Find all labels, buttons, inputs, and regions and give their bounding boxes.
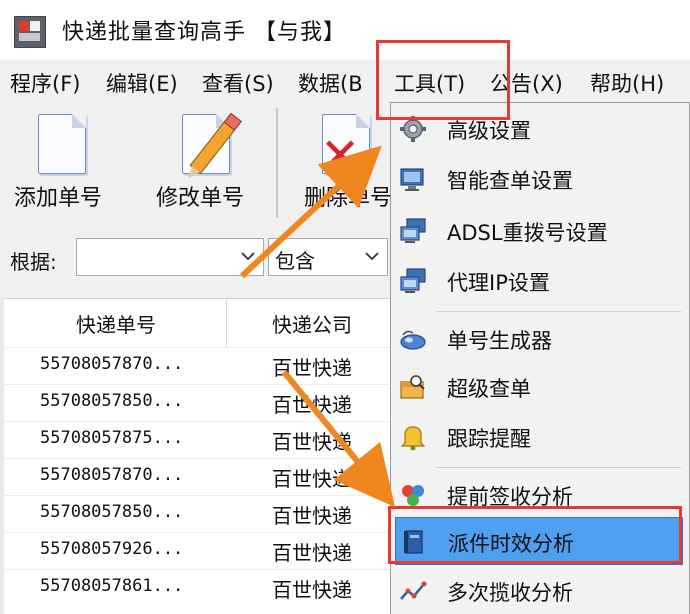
network-icon <box>400 218 426 243</box>
window-title: 快递批量查询高手 【与我】 <box>62 20 346 45</box>
courier-cell: 百世快递 <box>272 430 352 454</box>
menu-bar: 程序(F) 编辑(E) 查看(S) 数据(B 工具(T) 公告(X) 帮助(H) <box>0 60 690 102</box>
menu-view[interactable]: 查看(S) <box>202 68 274 98</box>
edit-number-button[interactable]: 修改单号 <box>150 102 270 222</box>
title-bar: 快递批量查询高手 【与我】 <box>0 0 690 60</box>
courier-cell: 百世快递 <box>272 393 352 417</box>
menu-item-label: 单号生成器 <box>447 329 552 353</box>
menu-separator <box>437 311 681 312</box>
menu-item-adsl-redial-settings[interactable]: ADSL重拨号设置 <box>391 207 689 255</box>
cube-icon <box>402 485 424 506</box>
menu-item-label: 多次揽收分析 <box>447 581 573 605</box>
highlight-annotation-box <box>388 506 682 564</box>
edit-number-label: 修改单号 <box>156 186 245 211</box>
add-number-label: 添加单号 <box>14 186 103 211</box>
menu-program[interactable]: 程序(F) <box>10 68 80 98</box>
courier-cell: 百世快递 <box>272 467 352 491</box>
menu-item-label: 跟踪提醒 <box>447 427 531 451</box>
menu-item-tracking-reminder[interactable]: 跟踪提醒 <box>391 413 689 461</box>
chart-line-icon <box>400 581 427 600</box>
menu-help[interactable]: 帮助(H) <box>590 68 664 98</box>
menu-item-number-generator[interactable]: 单号生成器 <box>391 315 689 363</box>
menu-data[interactable]: 数据(B <box>298 68 363 98</box>
mouse-icon <box>400 330 426 350</box>
filter-field-select[interactable] <box>76 238 264 276</box>
tools-menu-annotation-box <box>376 40 510 120</box>
tracking-number-cell: 55708057870... <box>40 465 184 485</box>
courier-cell: 百世快递 <box>272 504 352 528</box>
bell-icon <box>400 426 426 451</box>
menu-item-label: 智能查单设置 <box>447 169 573 193</box>
filter-label: 根据: <box>10 250 57 274</box>
courier-cell: 百世快递 <box>272 356 352 380</box>
box-search-icon <box>400 375 425 399</box>
filter-match-select[interactable]: 包含 <box>268 238 388 276</box>
tracking-number-cell: 55708057850... <box>40 502 184 522</box>
proxy-icon <box>400 268 426 293</box>
menu-item-proxy-ip-settings[interactable]: 代理IP设置 <box>391 257 689 305</box>
delete-x-icon: ✕ <box>320 128 361 184</box>
add-number-button[interactable]: 添加单号 <box>6 102 126 222</box>
app-window: 快递批量查询高手 【与我】 程序(F) 编辑(E) 查看(S) 数据(B 工具(… <box>0 0 690 614</box>
toolbar-separator <box>276 108 278 218</box>
table-left-edge <box>0 298 4 614</box>
menu-item-label: 超级查单 <box>447 377 531 401</box>
column-separator <box>226 299 227 347</box>
column-header-company[interactable]: 快递公司 <box>272 309 352 338</box>
menu-item-label: ADSL重拨号设置 <box>447 221 608 245</box>
delete-number-label: 删除单号 <box>304 186 393 211</box>
chevron-down-icon <box>241 252 255 261</box>
tracking-number-cell: 55708057926... <box>40 539 184 559</box>
menu-item-smart-query-settings[interactable]: 智能查单设置 <box>391 155 689 203</box>
menu-edit[interactable]: 编辑(E) <box>106 68 178 98</box>
menu-item-super-query[interactable]: 超级查单 <box>391 363 689 411</box>
app-logo-icon <box>14 16 46 48</box>
column-header-number[interactable]: 快递单号 <box>76 309 156 338</box>
tracking-number-cell: 55708057861... <box>40 576 184 596</box>
tracking-number-cell: 55708057870... <box>40 354 184 374</box>
filter-match-value: 包含 <box>275 249 315 273</box>
monitor-icon <box>400 168 424 191</box>
tracking-number-cell: 55708057850... <box>40 391 184 411</box>
menu-separator <box>437 467 681 468</box>
menu-item-multiple-pickup-analysis[interactable]: 多次揽收分析 <box>391 567 689 614</box>
courier-cell: 百世快递 <box>272 541 352 565</box>
courier-cell: 百世快递 <box>272 578 352 602</box>
chevron-down-icon <box>365 252 379 261</box>
document-icon <box>38 114 86 174</box>
tracking-number-cell: 55708057875... <box>40 428 184 448</box>
menu-item-label: 代理IP设置 <box>447 271 550 295</box>
